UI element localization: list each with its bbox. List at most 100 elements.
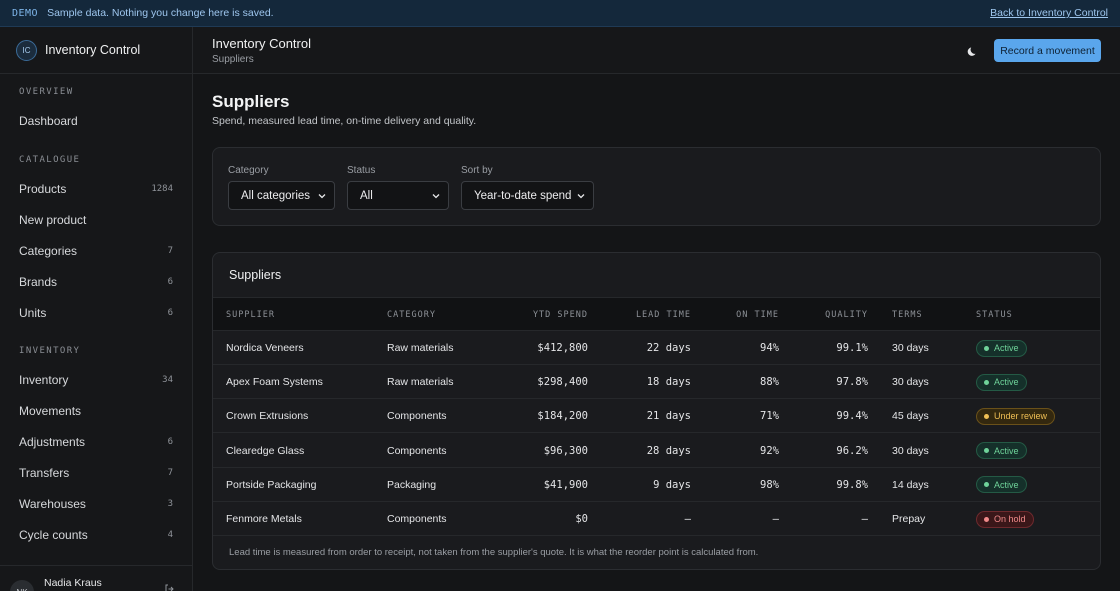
demo-banner: DEMO Sample data. Nothing you change her… [0, 0, 1120, 27]
sidebar-item-new-product[interactable]: New product [0, 204, 192, 235]
nav-section-title: INVENTORY [19, 346, 81, 356]
status-cell: Active [976, 331, 1086, 365]
sidebar-item-count: 7 [167, 467, 173, 478]
record-movement-button[interactable]: Record a movement [994, 39, 1101, 62]
logout-icon[interactable] [165, 584, 175, 591]
table-row[interactable]: Clearedge Glass Components $96,300 28 days 9… [213, 434, 1100, 468]
cell-category: Components [387, 513, 447, 525]
column-header-terms: TERMS [892, 310, 923, 320]
cell-quality: 99.4% [836, 410, 868, 423]
cell-lead: 18 days [646, 376, 691, 389]
demo-tag: DEMO [12, 7, 39, 19]
user-profile[interactable]: NK Nadia Kraus [0, 565, 192, 591]
cell-spend: $184,200 [537, 410, 588, 423]
moon-icon[interactable] [965, 43, 981, 59]
sidebar-item-count: 6 [167, 436, 173, 447]
column-header-category: CATEGORY [387, 310, 436, 320]
status-label: Status [347, 165, 376, 176]
category-select[interactable]: All categories [228, 181, 335, 210]
cell-supplier: Nordica Veneers [226, 342, 304, 354]
cell-supplier: Fenmore Metals [226, 513, 302, 525]
cell-lead: 22 days [646, 342, 691, 354]
sidebar-item-count: 6 [167, 307, 173, 318]
cell-ontime: 71% [760, 410, 779, 423]
sidebar-item-dashboard[interactable]: Dashboard [0, 105, 192, 136]
nav-section-title: CATALOGUE [19, 155, 81, 165]
column-header-lead: LEAD TIME [635, 310, 691, 320]
sidebar-item-label: Brands [19, 274, 58, 289]
sidebar-item-inventory[interactable]: Inventory 34 [0, 364, 192, 395]
status-dot-icon [984, 516, 989, 522]
table-row[interactable]: Portside Packaging Packaging $41,900 9 days… [213, 468, 1100, 502]
sidebar-item-count: 3 [167, 498, 173, 509]
sort-label: Sort by [461, 165, 493, 176]
chevron-down-icon [318, 190, 326, 202]
sidebar-item-label: Products [19, 181, 67, 196]
table-row[interactable]: Nordica Veneers Raw materials $412,800 22 d… [213, 331, 1100, 365]
sidebar-item-label: Cycle counts [19, 527, 88, 542]
cell-spend: $41,900 [543, 478, 588, 491]
cell-supplier: Portside Packaging [226, 478, 317, 491]
sidebar-item-brands[interactable]: Brands 6 [0, 266, 192, 297]
column-header-ontime: ON TIME [736, 310, 779, 320]
nav-section-title: OVERVIEW [19, 87, 74, 97]
status-cell: Under review [976, 399, 1086, 433]
status-value: All [360, 189, 373, 202]
demo-message: Sample data. Nothing you change here is … [47, 7, 274, 19]
cell-spend: $0 [575, 513, 588, 525]
sidebar-item-transfers[interactable]: Transfers 7 [0, 457, 192, 488]
sidebar-item-count: 34 [162, 374, 173, 385]
category-label: Category [228, 165, 269, 176]
cell-ontime: — [772, 513, 779, 525]
cell-category: Raw materials [387, 342, 454, 354]
column-header-spend: YTD SPEND [532, 310, 588, 320]
sidebar-item-products[interactable]: Products 1284 [0, 173, 192, 204]
sidebar-item-categories[interactable]: Categories 7 [0, 235, 192, 266]
cell-quality: 99.8% [836, 478, 868, 491]
cell-ontime: 98% [760, 478, 779, 491]
cell-spend: $96,300 [543, 444, 588, 457]
brand[interactable]: IC Inventory Control [0, 27, 192, 74]
page-description: Spend, measured lead time, on-time deliv… [212, 115, 477, 127]
cell-spend: $412,800 [537, 342, 588, 354]
sidebar-item-movements[interactable]: Movements [0, 395, 192, 426]
cell-quality: 96.2% [836, 444, 868, 457]
cell-ontime: 92% [760, 444, 779, 457]
sidebar-item-units[interactable]: Units 6 [0, 297, 192, 328]
table-row[interactable]: Apex Foam Systems Raw materials $298,400 18… [213, 365, 1100, 400]
top-header: Inventory Control Suppliers Record a mov… [193, 27, 1120, 74]
cell-terms: 30 days [892, 444, 929, 457]
sidebar-item-label: Dashboard [19, 113, 78, 128]
status-dot-icon [984, 482, 989, 488]
cell-lead: 28 days [646, 444, 691, 457]
table-header: SUPPLIER CATEGORY YTD SPEND LEAD TIME ON TIM… [213, 297, 1100, 331]
status-select[interactable]: All [347, 181, 449, 210]
table-row[interactable]: Crown Extrusions Components $184,200 21 day… [213, 399, 1100, 434]
sidebar-item-count: 4 [167, 529, 173, 540]
sidebar-item-label: Adjustments [19, 434, 86, 449]
status-filter: Status All [347, 165, 449, 210]
status-badge: Active [976, 373, 1027, 391]
status-badge: Under review [976, 407, 1056, 425]
suppliers-table-card: Suppliers SUPPLIER CATEGORY YTD SPEND LEAD … [212, 252, 1101, 570]
back-link[interactable]: Back to Inventory Control [990, 7, 1108, 19]
sidebar-item-warehouses[interactable]: Warehouses 3 [0, 488, 192, 519]
cell-supplier: Crown Extrusions [226, 410, 309, 423]
sort-select[interactable]: Year-to-date spend [461, 181, 594, 210]
column-header-quality: QUALITY [825, 310, 868, 320]
sidebar-item-count: 7 [167, 245, 173, 256]
user-name: Nadia Kraus [44, 577, 102, 589]
sidebar-item-adjustments[interactable]: Adjustments 6 [0, 426, 192, 457]
sidebar-item-cycle-counts[interactable]: Cycle counts 4 [0, 519, 192, 550]
cell-terms: 30 days [892, 342, 929, 354]
page-title: Suppliers [212, 92, 290, 111]
status-label: Active [994, 479, 1019, 490]
sidebar-item-label: Units [19, 305, 47, 320]
status-dot-icon [984, 345, 989, 351]
cell-terms: Prepay [892, 513, 926, 525]
table-row[interactable]: Fenmore Metals Components $0 — — — Prepay On ho… [213, 502, 1100, 536]
sort-value: Year-to-date spend [474, 189, 572, 202]
status-badge: Active [976, 442, 1027, 460]
cell-terms: 45 days [892, 410, 929, 423]
status-cell: Active [976, 434, 1086, 468]
